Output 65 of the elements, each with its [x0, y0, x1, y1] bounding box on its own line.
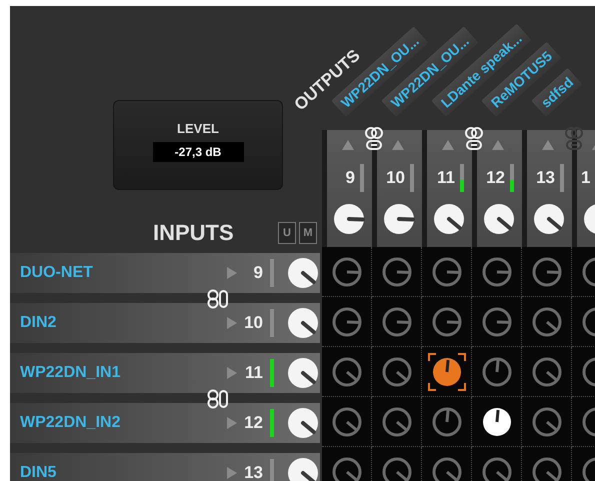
up-triangle-icon[interactable]: [542, 140, 554, 150]
input-name: DIN5: [19, 464, 58, 481]
matrix-cell[interactable]: [322, 347, 372, 397]
gain-knob[interactable]: [482, 202, 516, 236]
matrix-cell[interactable]: [522, 347, 572, 397]
gain-knob[interactable]: [382, 202, 416, 236]
matrix-cell[interactable]: [372, 347, 422, 397]
matrix-cell[interactable]: [522, 397, 572, 447]
up-triangle-icon[interactable]: [492, 140, 504, 150]
input-number: 9: [252, 263, 263, 282]
matrix-cell[interactable]: [372, 297, 422, 347]
level-value: -27,3 dB: [152, 142, 244, 162]
matrix-cell[interactable]: [422, 247, 472, 297]
input-row[interactable]: WP22DN_IN1 11: [10, 353, 320, 393]
input-number: 13: [243, 463, 263, 481]
matrix-cell[interactable]: [522, 297, 572, 347]
link-icon[interactable]: [206, 389, 230, 409]
mode-button[interactable]: U: [278, 222, 296, 244]
matrix-cell[interactable]: [322, 397, 372, 447]
matrix-cell[interactable]: [372, 397, 422, 447]
matrix-cell[interactable]: [422, 297, 472, 347]
up-triangle-icon[interactable]: [342, 140, 354, 150]
input-row[interactable]: WP22DN_IN2 12: [10, 403, 320, 443]
mode-button[interactable]: M: [299, 222, 317, 244]
matrix-cell[interactable]: [472, 297, 522, 347]
matrix-cell[interactable]: [322, 297, 372, 347]
matrix-cell[interactable]: [472, 397, 522, 447]
link-icon[interactable]: [364, 126, 384, 152]
gain-knob[interactable]: [286, 406, 320, 440]
gain-knob[interactable]: [532, 202, 566, 236]
output-number: 1: [581, 168, 590, 188]
matrix-cell[interactable]: [422, 397, 472, 447]
matrix-cell[interactable]: [322, 247, 372, 297]
input-name: WP22DN_IN2: [19, 414, 122, 431]
input-row[interactable]: DIN2 10: [10, 303, 320, 343]
input-row[interactable]: DIN5 13: [10, 453, 320, 481]
input-name: WP22DN_IN1: [19, 364, 122, 381]
output-number: 12: [485, 168, 505, 188]
output-number: 10: [385, 168, 405, 188]
matrix-cell[interactable]: [372, 247, 422, 297]
matrix-cell[interactable]: [472, 347, 522, 397]
up-triangle-icon[interactable]: [442, 140, 454, 150]
gain-knob[interactable]: [332, 202, 366, 236]
link-icon[interactable]: [206, 289, 230, 309]
link-icon[interactable]: [464, 126, 484, 152]
up-triangle-icon[interactable]: [392, 140, 404, 150]
input-row[interactable]: DUO-NET 9: [10, 253, 320, 293]
input-number: 11: [244, 363, 263, 382]
input-number: 12: [243, 413, 263, 432]
output-number: 9: [344, 168, 355, 188]
input-name: DIN2: [19, 314, 58, 331]
level-label: LEVEL: [177, 121, 219, 136]
output-number: 11: [436, 168, 455, 188]
gain-knob[interactable]: [432, 202, 466, 236]
matrix-cell[interactable]: [472, 247, 522, 297]
input-name: DUO-NET: [19, 264, 94, 281]
output-number: 13: [535, 168, 555, 188]
input-number: 10: [243, 313, 263, 332]
gain-knob[interactable]: [286, 456, 320, 481]
matrix-cell[interactable]: [422, 347, 472, 397]
gain-knob[interactable]: [286, 256, 320, 290]
gain-knob[interactable]: [286, 356, 320, 390]
gain-knob[interactable]: [286, 306, 320, 340]
inputs-heading: INPUTS: [153, 220, 234, 246]
matrix-cell[interactable]: [522, 247, 572, 297]
